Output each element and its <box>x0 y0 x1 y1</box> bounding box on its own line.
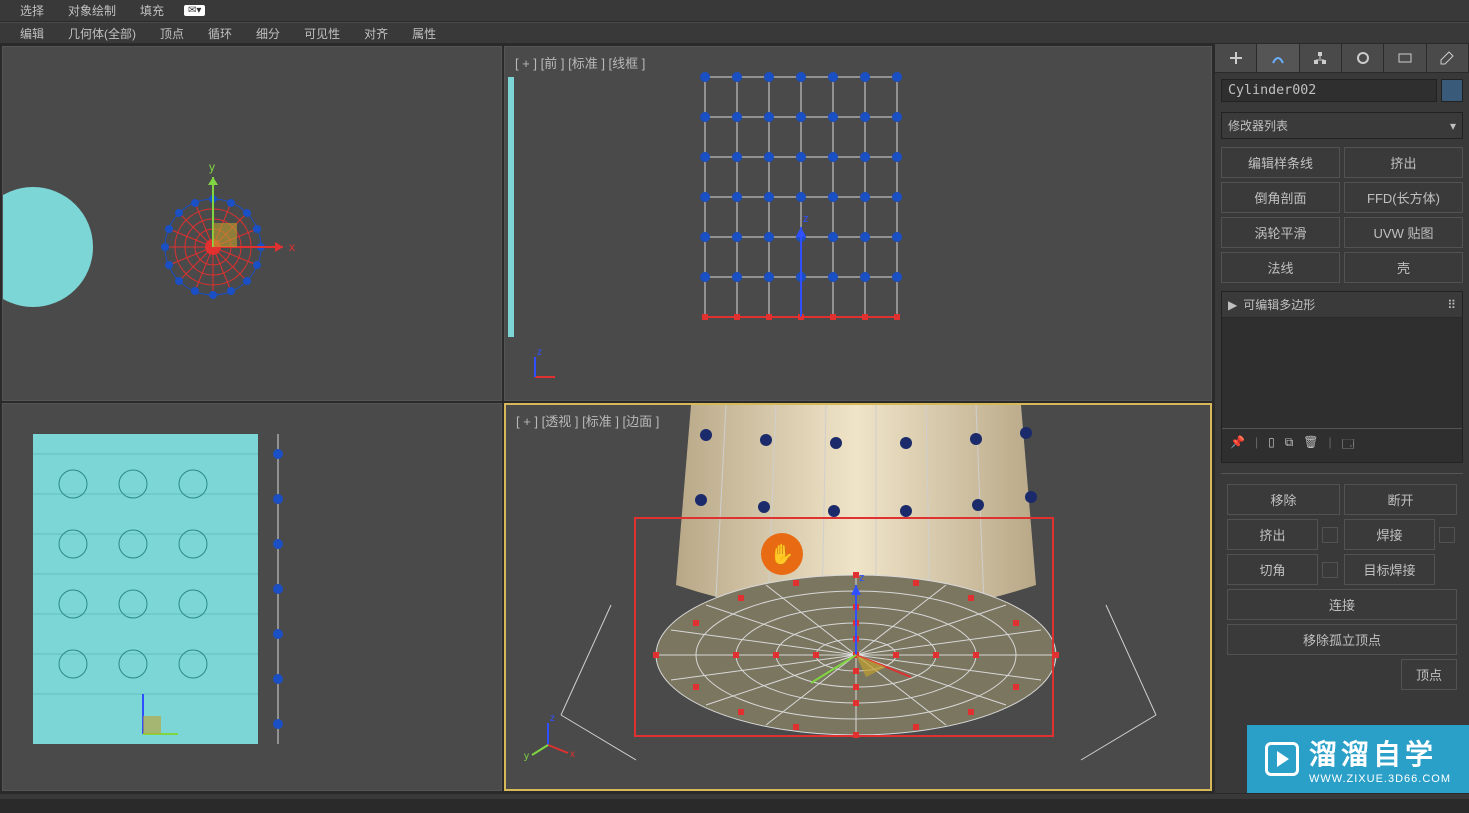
command-panel: 修改器列表 ▾ 编辑样条线 挤出 倒角剖面 FFD(长方体) 涡轮平滑 UVW … <box>1214 44 1469 793</box>
expand-icon: ▶ <box>1228 298 1237 312</box>
watermark-url: WWW.ZIXUE.3D66.COM <box>1309 773 1451 785</box>
modifier-list-label: 修改器列表 <box>1228 117 1288 134</box>
target-weld-button[interactable]: 目标焊接 <box>1344 554 1435 585</box>
timeline-track[interactable] <box>0 799 1469 813</box>
object-name-input[interactable] <box>1221 79 1437 102</box>
menu-subdiv[interactable]: 细分 <box>244 23 292 43</box>
tab-display[interactable] <box>1384 44 1426 72</box>
svg-text:x: x <box>570 749 575 760</box>
modifier-stack: ▶ 可编辑多边形 ⠿ 📌 | ▯ ⧉ 🗑 | 🗔 <box>1221 291 1463 463</box>
menu-vertex[interactable]: 顶点 <box>148 23 196 43</box>
svg-text:y: y <box>209 160 215 174</box>
viewport-left[interactable] <box>2 403 502 791</box>
menu-draw[interactable]: 对象绘制 <box>56 0 128 21</box>
menu-fill[interactable]: 填充 <box>128 0 176 21</box>
remove-button[interactable]: 移除 <box>1227 484 1340 515</box>
break-button[interactable]: 断开 <box>1344 484 1457 515</box>
svg-text:z: z <box>550 713 555 724</box>
stack-item-label: 可编辑多边形 <box>1243 296 1315 313</box>
svg-text:z: z <box>537 347 542 358</box>
mod-shell[interactable]: 壳 <box>1344 252 1463 283</box>
svg-text:z: z <box>803 213 809 225</box>
command-panel-tabs <box>1215 44 1469 73</box>
chamfer-settings-icon[interactable] <box>1322 562 1338 578</box>
viewport-top[interactable]: x y <box>2 46 502 401</box>
menu-align[interactable]: 对齐 <box>352 23 400 43</box>
menu-props[interactable]: 属性 <box>400 23 448 43</box>
mod-ffd-box[interactable]: FFD(长方体) <box>1344 182 1463 213</box>
connect-button[interactable]: 连接 <box>1227 589 1457 620</box>
chamfer-button[interactable]: 切角 <box>1227 554 1318 585</box>
mod-bevel-profile[interactable]: 倒角剖面 <box>1221 182 1340 213</box>
remove-isolated-button[interactable]: 移除孤立顶点 <box>1227 624 1457 655</box>
make-unique-icon[interactable]: ⧉ <box>1285 435 1294 456</box>
extrude-settings-icon[interactable] <box>1322 527 1338 543</box>
stack-empty-area <box>1222 318 1462 428</box>
pin-icon[interactable]: 📌 <box>1230 435 1245 456</box>
mod-extrude[interactable]: 挤出 <box>1344 147 1463 178</box>
menu-select[interactable]: 选择 <box>8 0 56 21</box>
menu-visibility[interactable]: 可见性 <box>292 23 352 43</box>
mod-uvw-map[interactable]: UVW 贴图 <box>1344 217 1463 248</box>
viewport-grid: x y [ + ] [前 ] [标准 ] [线框 ] <box>0 44 1214 793</box>
mod-turbosmooth[interactable]: 涡轮平滑 <box>1221 217 1340 248</box>
stack-item-editable-poly[interactable]: ▶ 可编辑多边形 ⠿ <box>1222 292 1462 318</box>
weld-button[interactable]: 焊接 <box>1344 519 1435 550</box>
tab-hierarchy[interactable] <box>1300 44 1342 72</box>
modifier-list-dropdown[interactable]: 修改器列表 ▾ <box>1221 112 1463 139</box>
viewport-front-label[interactable]: [ + ] [前 ] [标准 ] [线框 ] <box>515 53 645 72</box>
tab-utilities[interactable] <box>1427 44 1469 72</box>
sub-menu-bar: 编辑 几何体(全部) 顶点 循环 细分 可见性 对齐 属性 <box>0 22 1469 44</box>
mail-icon[interactable]: ✉▾ <box>184 5 205 16</box>
weld-settings-icon[interactable] <box>1439 527 1455 543</box>
configure-icon[interactable]: 🗔 <box>1342 435 1355 456</box>
remove-modifier-icon[interactable]: 🗑 <box>1303 435 1318 456</box>
watermark-text: 溜溜自学 <box>1309 733 1451 773</box>
stack-toolbar: 📌 | ▯ ⧉ 🗑 | 🗔 <box>1222 428 1462 462</box>
viewport-front[interactable]: [ + ] [前 ] [标准 ] [线框 ] <box>504 46 1212 401</box>
edit-vertices-rollout: 移除 断开 挤出 焊接 切角 目标焊接 连接 移除孤立顶点 <box>1221 473 1463 694</box>
tab-modify[interactable] <box>1257 44 1299 72</box>
pan-cursor-icon: ✋ <box>761 533 803 575</box>
menu-geom[interactable]: 几何体(全部) <box>56 23 148 43</box>
svg-text:y: y <box>524 751 529 762</box>
svg-text:x: x <box>289 240 295 254</box>
object-color-swatch[interactable] <box>1441 79 1463 102</box>
show-end-result-icon[interactable]: ▯ <box>1268 435 1275 456</box>
vertex-subobject-icon[interactable]: ⠿ <box>1447 298 1456 312</box>
menu-edit[interactable]: 编辑 <box>8 23 56 43</box>
tab-create[interactable] <box>1215 44 1257 72</box>
viewport-perspective[interactable]: [ + ] [透视 ] [标准 ] [边面 ] <box>504 403 1212 791</box>
tab-motion[interactable] <box>1342 44 1384 72</box>
menu-loop[interactable]: 循环 <box>196 23 244 43</box>
mod-edit-spline[interactable]: 编辑样条线 <box>1221 147 1340 178</box>
play-logo-icon <box>1265 742 1299 776</box>
chevron-down-icon: ▾ <box>1450 119 1456 133</box>
selection-marquee <box>634 517 1054 737</box>
main-menu-bar: 选择 对象绘制 填充 ✉▾ <box>0 0 1469 22</box>
modifier-shortcut-grid: 编辑样条线 挤出 倒角剖面 FFD(长方体) 涡轮平滑 UVW 贴图 法线 壳 <box>1221 147 1463 283</box>
viewport-persp-label[interactable]: [ + ] [透视 ] [标准 ] [边面 ] <box>516 411 659 430</box>
vertex-mode-button[interactable]: 顶点 <box>1401 659 1457 690</box>
extrude-button[interactable]: 挤出 <box>1227 519 1318 550</box>
mod-normal[interactable]: 法线 <box>1221 252 1340 283</box>
watermark: 溜溜自学 WWW.ZIXUE.3D66.COM <box>1247 725 1469 793</box>
